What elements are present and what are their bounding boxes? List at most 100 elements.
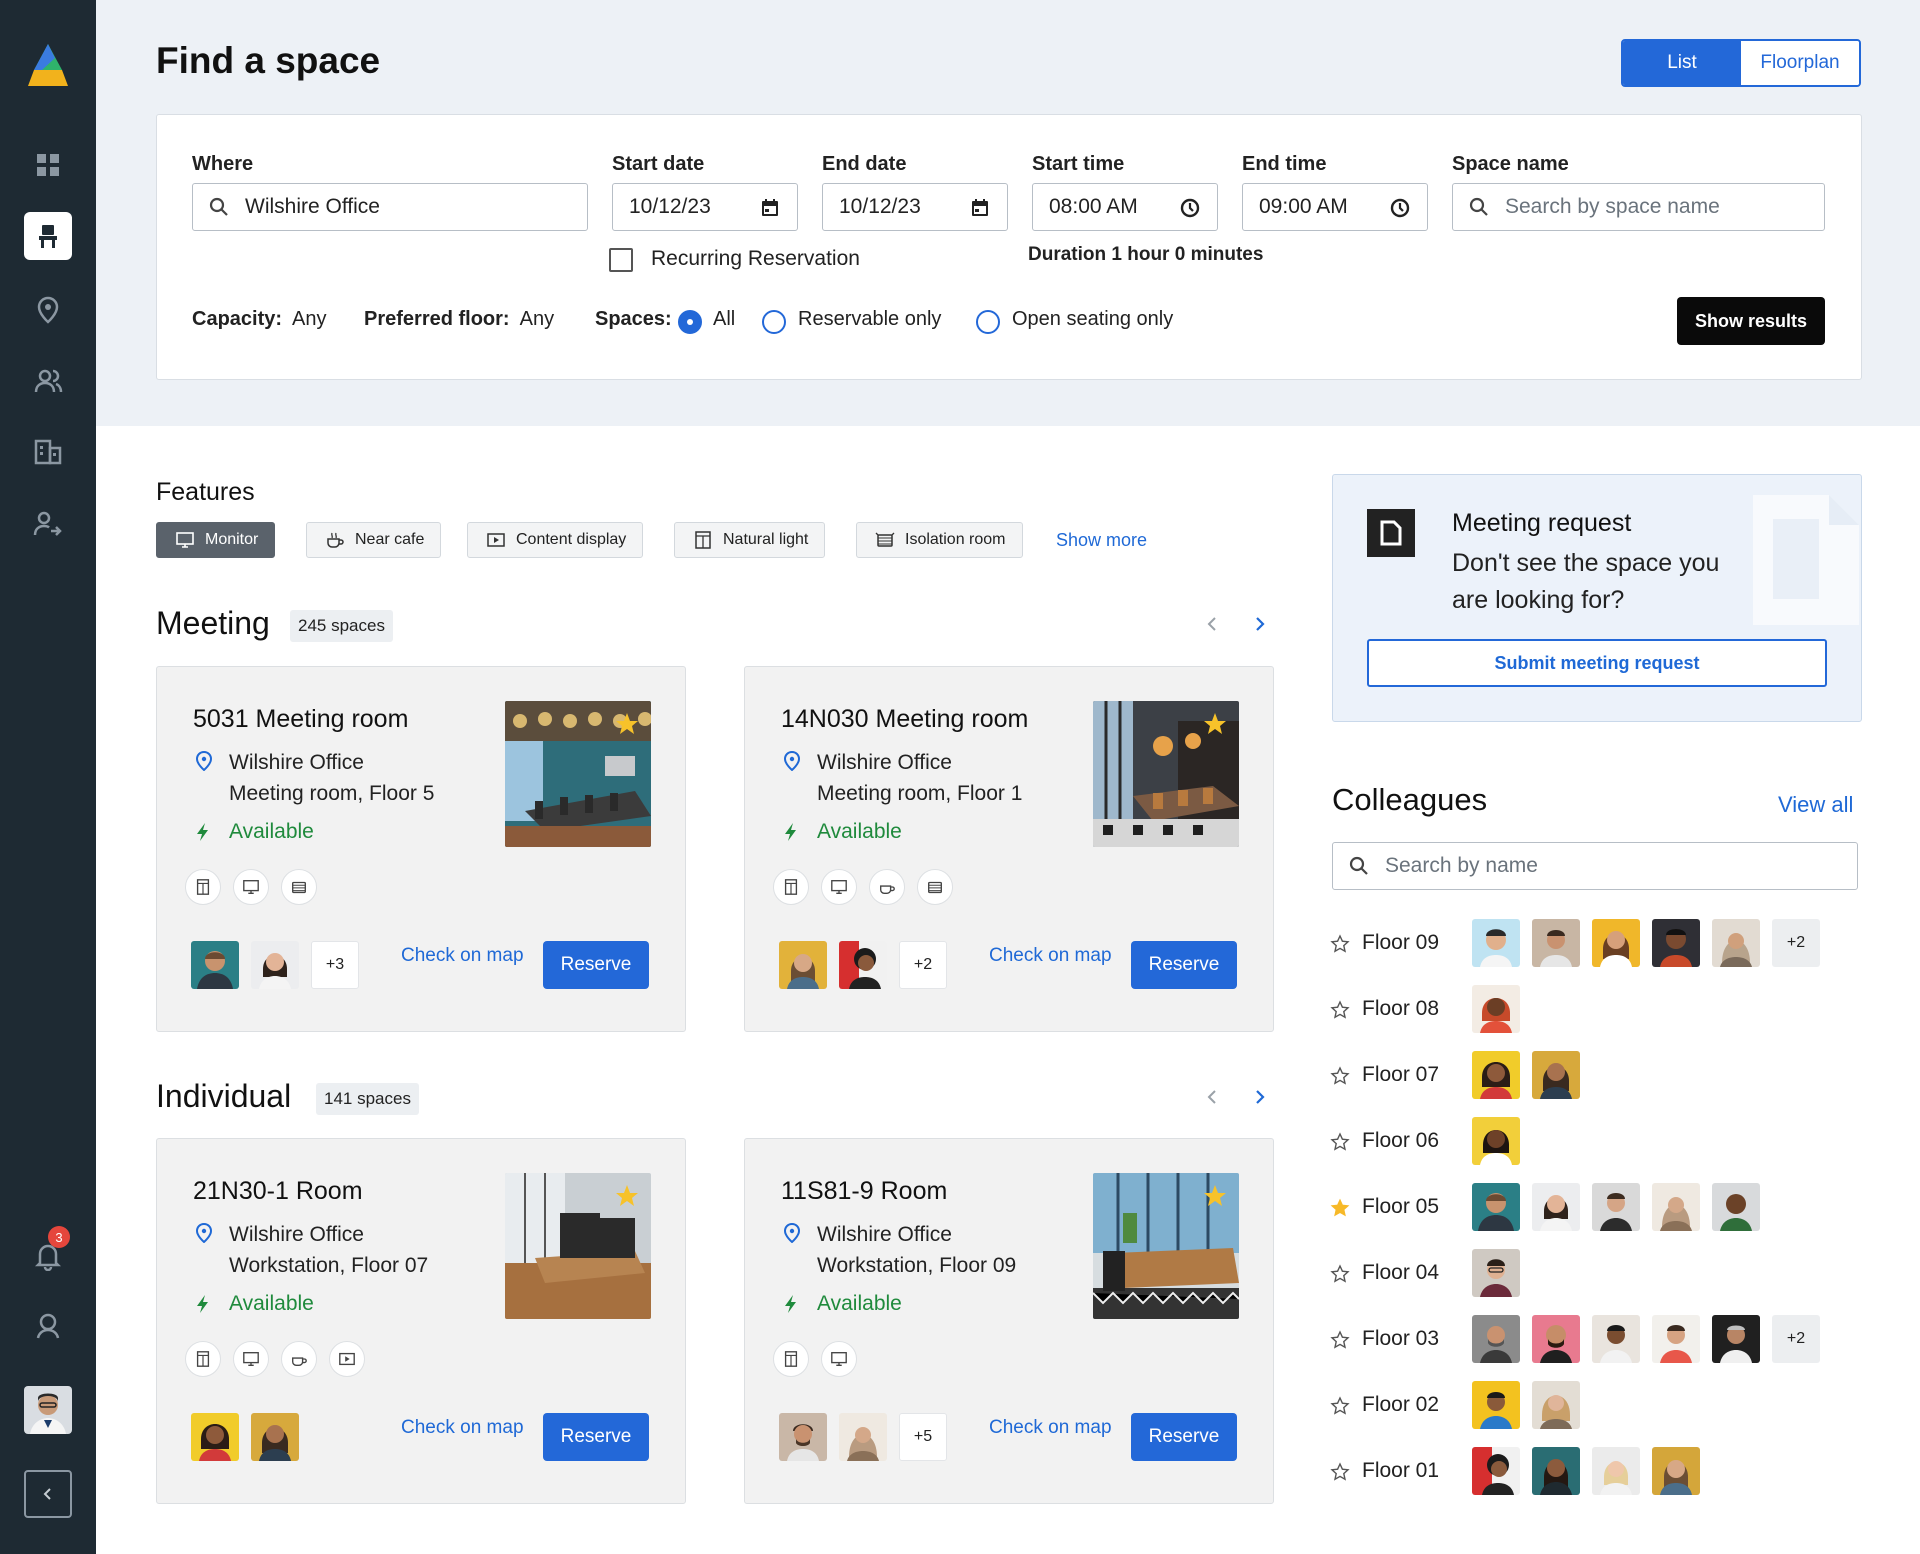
colleague-avatar[interactable] — [1652, 1315, 1700, 1363]
colleague-avatar[interactable] — [191, 941, 239, 989]
space-card[interactable]: 11S81-9 Room Wilshire Office Workstation… — [744, 1138, 1274, 1504]
colleague-avatar[interactable] — [1472, 1183, 1520, 1231]
chevron-left-icon[interactable] — [1203, 614, 1223, 634]
location-icon[interactable] — [24, 286, 72, 334]
colleague-avatar[interactable] — [1472, 1117, 1520, 1165]
star-outline-icon[interactable] — [1330, 1330, 1350, 1350]
spaces-open-seating-radio[interactable] — [976, 310, 1000, 334]
view-all-colleagues-link[interactable]: View all — [1778, 792, 1853, 818]
calendar-icon[interactable] — [969, 197, 991, 219]
colleague-avatar[interactable] — [1532, 1051, 1580, 1099]
show-more-features-link[interactable]: Show more — [1056, 530, 1147, 551]
start-time-field[interactable]: 08:00 AM — [1032, 183, 1218, 231]
capacity-filter[interactable]: Capacity: Any — [192, 308, 327, 331]
colleague-search-input[interactable]: Search by name — [1332, 842, 1858, 890]
reserve-button[interactable]: Reserve — [1131, 1413, 1237, 1461]
more-colleagues-count[interactable]: +2 — [899, 941, 947, 989]
colleague-avatar[interactable] — [1472, 1249, 1520, 1297]
colleague-avatar[interactable] — [779, 1413, 827, 1461]
preferred-floor-filter[interactable]: Preferred floor: Any — [364, 308, 554, 331]
colleague-avatar[interactable] — [251, 1413, 299, 1461]
reserve-button[interactable]: Reserve — [1131, 941, 1237, 989]
dashboard-icon[interactable] — [24, 141, 72, 189]
star-outline-icon[interactable] — [1330, 1066, 1350, 1086]
colleague-avatar[interactable] — [1592, 1183, 1640, 1231]
star-outline-icon[interactable] — [1330, 1132, 1350, 1152]
colleague-avatar[interactable] — [1472, 1051, 1520, 1099]
visitor-icon[interactable] — [24, 500, 72, 548]
colleague-avatar[interactable] — [1532, 1381, 1580, 1429]
star-outline-icon[interactable] — [1330, 934, 1350, 954]
colleague-avatar[interactable] — [1472, 1381, 1520, 1429]
colleague-avatar[interactable] — [839, 941, 887, 989]
colleague-avatar[interactable] — [839, 1413, 887, 1461]
desk-chair-icon[interactable] — [24, 212, 72, 260]
list-view-button[interactable]: List — [1623, 41, 1741, 85]
feature-chip-content-display[interactable]: Content display — [467, 522, 644, 558]
check-on-map-link[interactable]: Check on map — [989, 945, 1112, 967]
colleague-avatar[interactable] — [1652, 1183, 1700, 1231]
chevron-right-icon[interactable] — [1249, 614, 1269, 634]
where-field[interactable]: Wilshire Office — [192, 183, 588, 231]
colleague-avatar[interactable] — [1592, 1447, 1640, 1495]
star-outline-icon[interactable] — [1330, 1000, 1350, 1020]
app-logo[interactable] — [22, 40, 74, 92]
end-date-field[interactable]: 10/12/23 — [822, 183, 1008, 231]
collapse-sidebar-button[interactable] — [24, 1470, 72, 1518]
user-profile-icon[interactable] — [24, 1302, 72, 1350]
end-time-field[interactable]: 09:00 AM — [1242, 183, 1428, 231]
colleague-avatar[interactable] — [1532, 1447, 1580, 1495]
more-colleagues-count[interactable]: +2 — [1772, 919, 1820, 967]
star-outline-icon[interactable] — [1330, 1396, 1350, 1416]
colleague-avatar[interactable] — [191, 1413, 239, 1461]
check-on-map-link[interactable]: Check on map — [989, 1417, 1112, 1439]
clock-icon[interactable] — [1179, 197, 1201, 219]
star-filled-icon[interactable] — [1330, 1198, 1350, 1218]
space-name-input[interactable]: Search by space name — [1452, 183, 1825, 231]
star-outline-icon[interactable] — [1330, 1462, 1350, 1482]
colleague-avatar[interactable] — [1472, 1447, 1520, 1495]
colleague-avatar[interactable] — [779, 941, 827, 989]
chevron-left-icon[interactable] — [1203, 1087, 1223, 1107]
spaces-reservable-radio[interactable] — [762, 310, 786, 334]
colleague-avatar[interactable] — [1712, 919, 1760, 967]
colleague-avatar[interactable] — [1712, 1183, 1760, 1231]
people-icon[interactable] — [24, 357, 72, 405]
chevron-right-icon[interactable] — [1249, 1087, 1269, 1107]
space-card[interactable]: 21N30-1 Room Wilshire Office Workstation… — [156, 1138, 686, 1504]
check-on-map-link[interactable]: Check on map — [401, 1417, 524, 1439]
colleague-avatar[interactable] — [1472, 919, 1520, 967]
building-icon[interactable] — [24, 428, 72, 476]
colleague-avatar[interactable] — [1472, 985, 1520, 1033]
clock-icon[interactable] — [1389, 197, 1411, 219]
submit-meeting-request-button[interactable]: Submit meeting request — [1367, 639, 1827, 687]
colleague-avatar[interactable] — [1592, 1315, 1640, 1363]
colleague-avatar[interactable] — [1532, 1183, 1580, 1231]
feature-chip-near-cafe[interactable]: Near cafe — [306, 522, 442, 558]
colleague-avatar[interactable] — [1532, 1315, 1580, 1363]
check-on-map-link[interactable]: Check on map — [401, 945, 524, 967]
notifications-bell-icon[interactable]: 3 — [24, 1226, 72, 1280]
colleague-avatar[interactable] — [1652, 1447, 1700, 1495]
colleague-avatar[interactable] — [1472, 1315, 1520, 1363]
spaces-all-radio[interactable] — [678, 310, 702, 334]
colleague-avatar[interactable] — [251, 941, 299, 989]
more-colleagues-count[interactable]: +2 — [1772, 1315, 1820, 1363]
feature-chip-isolation-room[interactable]: Isolation room — [856, 522, 1023, 558]
reserve-button[interactable]: Reserve — [543, 1413, 649, 1461]
colleague-avatar[interactable] — [1532, 919, 1580, 967]
start-date-field[interactable]: 10/12/23 — [612, 183, 798, 231]
colleague-avatar[interactable] — [1712, 1315, 1760, 1363]
reserve-button[interactable]: Reserve — [543, 941, 649, 989]
colleague-avatar[interactable] — [1592, 919, 1640, 967]
colleague-avatar[interactable] — [1652, 919, 1700, 967]
feature-chip-monitor[interactable]: Monitor — [156, 522, 276, 558]
star-outline-icon[interactable] — [1330, 1264, 1350, 1284]
calendar-icon[interactable] — [759, 197, 781, 219]
show-results-button[interactable]: Show results — [1677, 297, 1825, 345]
recurring-reservation-checkbox[interactable] — [609, 248, 633, 272]
space-card[interactable]: 14N030 Meeting room Wilshire Office Meet… — [744, 666, 1274, 1032]
feature-chip-natural-light[interactable]: Natural light — [674, 522, 826, 558]
space-card[interactable]: 5031 Meeting room Wilshire Office Meetin… — [156, 666, 686, 1032]
floorplan-view-button[interactable]: Floorplan — [1741, 41, 1859, 85]
